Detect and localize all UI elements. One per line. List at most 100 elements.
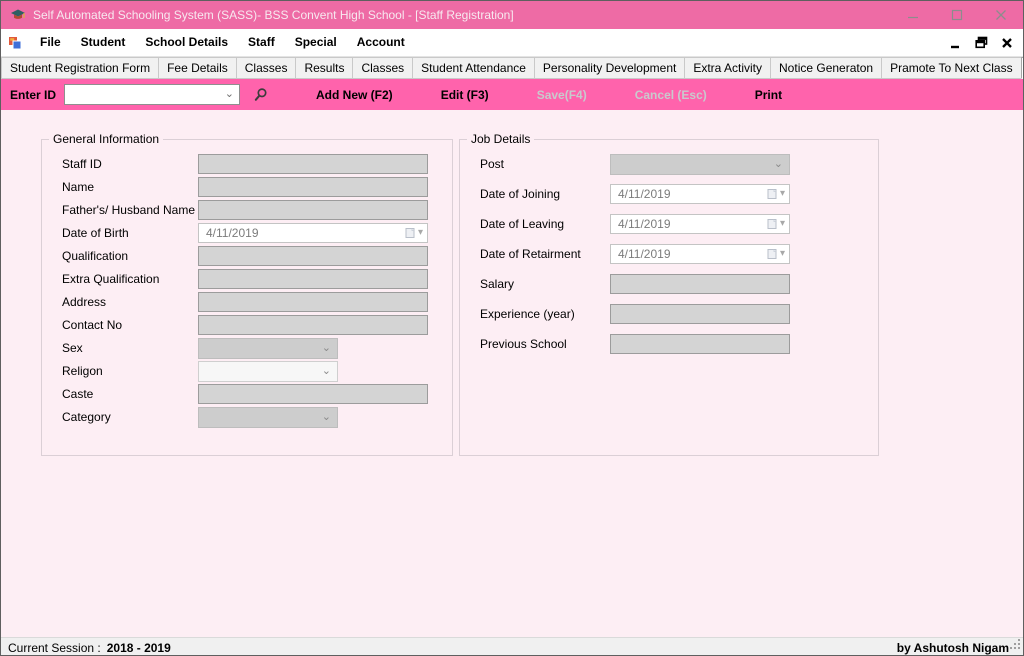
menubar: FileStudentSchool DetailsStaffSpecialAcc…	[1, 29, 1023, 56]
tab-notice-generaton[interactable]: Notice Generaton	[770, 57, 882, 79]
staff-id-input	[198, 154, 428, 174]
religon-combobox[interactable]: ⌄	[198, 361, 338, 382]
date-of-joining-value: 4/11/2019	[618, 187, 767, 201]
chevron-down-icon: ▾	[780, 249, 785, 259]
menu-file[interactable]: File	[30, 29, 71, 56]
app-icon	[10, 7, 26, 23]
form-row: Staff ID	[62, 154, 452, 174]
tab-student-registration-form[interactable]: Student Registration Form	[1, 57, 159, 79]
form-row: Date of Joining 4/11/2019 ▾	[480, 184, 878, 204]
caste-label: Caste	[62, 387, 198, 401]
mdi-controls	[947, 35, 1015, 51]
save-f4-button: Save(F4)	[537, 88, 587, 102]
chevron-down-icon: ▾	[418, 228, 423, 238]
tab-pramote-to-next-class[interactable]: Pramote To Next Class	[881, 57, 1022, 79]
date-of-birth-datepicker: 4/11/2019 ▾	[198, 223, 428, 243]
form-row: Qualification	[62, 246, 452, 266]
tab-results[interactable]: Results	[295, 57, 353, 79]
form-row: Extra Qualification	[62, 269, 452, 289]
general-information-groupbox: General Information Staff ID Name Father's…	[41, 132, 453, 456]
calendar-icon	[767, 218, 778, 230]
print-button[interactable]: Print	[755, 88, 782, 102]
form-row: Date of Birth 4/11/2019 ▾	[62, 223, 452, 243]
form-row: Date of Leaving4/11/2019▾	[480, 214, 878, 234]
extra-qualification-label: Extra Qualification	[62, 272, 198, 286]
menu-special[interactable]: Special	[285, 29, 347, 56]
date-of-retairment-value: 4/11/2019	[618, 247, 767, 261]
tab-classes-4[interactable]: Classes	[352, 57, 413, 79]
app-window: Self Automated Schooling System (SASS)- …	[0, 0, 1024, 656]
calendar-icon	[767, 188, 778, 200]
form-row: Post⌄	[480, 154, 878, 174]
tab-fee-details[interactable]: Fee Details	[158, 57, 237, 79]
menu-account[interactable]: Account	[347, 29, 415, 56]
current-session-value: 2018 - 2019	[107, 641, 171, 655]
form-row: Caste	[62, 384, 452, 404]
category-combobox: ⌄	[198, 407, 338, 428]
menu-school-details[interactable]: School Details	[135, 29, 238, 56]
chevron-down-icon: ▾	[780, 189, 785, 199]
salary-label: Salary	[480, 277, 610, 291]
date-of-birth-label: Date of Birth	[62, 226, 198, 240]
form-row: Name	[62, 177, 452, 197]
credit-text: by Ashutosh Nigam	[897, 641, 1009, 655]
resize-grip-icon[interactable]	[1010, 639, 1021, 653]
menu-student[interactable]: Student	[71, 29, 136, 56]
father-s-husband-name-label: Father's/ Husband Name	[62, 203, 198, 217]
tab-staff-registration[interactable]: Staff Registration	[1021, 57, 1024, 79]
general-information-rows: Staff ID Name Father's/ Husband Name Date o…	[42, 154, 452, 427]
form-row: Contact No	[62, 315, 452, 335]
staff-id-label: Staff ID	[62, 157, 198, 171]
name-input	[198, 177, 428, 197]
cancel-esc-button: Cancel (Esc)	[635, 88, 707, 102]
add-new-f2-button[interactable]: Add New (F2)	[316, 88, 393, 102]
menu-staff[interactable]: Staff	[238, 29, 285, 56]
calendar-icon	[405, 227, 416, 239]
date-of-leaving-datepicker: 4/11/2019▾	[610, 214, 790, 234]
toolbar: Enter ID ⌄ Add New (F2) Edit (F3) Save(F4)…	[1, 79, 1023, 110]
general-information-title: General Information	[49, 132, 163, 146]
tab-classes-2[interactable]: Classes	[236, 57, 297, 79]
previous-school-input	[610, 334, 790, 354]
qualification-input	[198, 246, 428, 266]
mdi-restore-button[interactable]	[973, 35, 989, 51]
experience-year-label: Experience (year)	[480, 307, 610, 321]
contact-no-label: Contact No	[62, 318, 198, 332]
form-row: Father's/ Husband Name	[62, 200, 452, 220]
date-of-birth-value: 4/11/2019	[206, 226, 405, 240]
chevron-down-icon: ⌄	[322, 343, 331, 354]
date-of-joining-label: Date of Joining	[480, 187, 610, 201]
calendar-icon	[767, 248, 778, 260]
tab-student-attendance[interactable]: Student Attendance	[412, 57, 535, 79]
job-details-groupbox: Job Details Post⌄ Date of Joining 4/11/201…	[459, 132, 879, 456]
mdi-close-button[interactable]	[999, 35, 1015, 51]
date-of-joining-datepicker: 4/11/2019 ▾	[610, 184, 790, 204]
caste-input	[198, 384, 428, 404]
qualification-label: Qualification	[62, 249, 198, 263]
tab-personality-development[interactable]: Personality Development	[534, 57, 685, 79]
content-area: General Information Staff ID Name Father's…	[1, 110, 1023, 637]
tab-extra-activity[interactable]: Extra Activity	[684, 57, 771, 79]
statusbar: Current Session : 2018 - 2019 by Ashutos…	[1, 637, 1023, 656]
extra-qualification-input	[198, 269, 428, 289]
enter-id-label: Enter ID	[10, 88, 56, 102]
date-of-retairment-datepicker: 4/11/2019 ▾	[610, 244, 790, 264]
minimize-button[interactable]	[891, 1, 935, 29]
search-icon[interactable]	[253, 87, 268, 103]
form-row: Sex ⌄	[62, 338, 452, 358]
job-details-title: Job Details	[467, 132, 534, 146]
form-row: Date of Retairment4/11/2019▾	[480, 244, 878, 264]
post-label: Post	[480, 157, 610, 171]
category-label: Category	[62, 410, 198, 424]
edit-f3-button[interactable]: Edit (F3)	[441, 88, 489, 102]
close-button[interactable]	[979, 1, 1023, 29]
enter-id-combobox[interactable]: ⌄	[64, 84, 240, 105]
chevron-down-icon: ⌄	[322, 366, 331, 377]
job-details-rows: Post⌄ Date of Joining 4/11/2019 ▾ Date of Le…	[460, 154, 878, 354]
sex-label: Sex	[62, 341, 198, 355]
maximize-button[interactable]	[935, 1, 979, 29]
menu-items: FileStudentSchool DetailsStaffSpecialAcc…	[30, 29, 947, 56]
form-row: Experience (year)	[480, 304, 878, 324]
mdi-minimize-button[interactable]	[947, 35, 963, 51]
current-session-label: Current Session :	[8, 641, 101, 655]
